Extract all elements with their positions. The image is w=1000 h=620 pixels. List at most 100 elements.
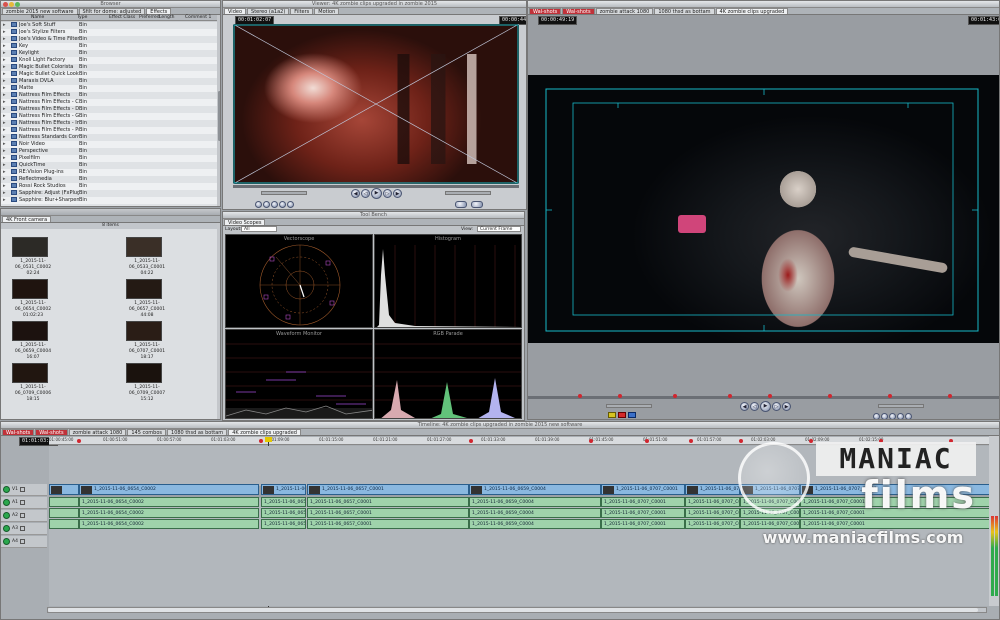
minimize-button[interactable] [9,2,14,7]
lock-icon[interactable] [19,487,25,492]
canvas-mark-in-button[interactable] [873,413,880,419]
col-effect-class[interactable]: Effect Class [109,15,139,20]
track-visibility-toggle[interactable] [3,512,10,519]
disclosure-icon[interactable]: ▸ [1,113,7,120]
timeline-tab-4[interactable]: 145 combos [127,429,167,435]
tab-project[interactable]: zombie 2015 new software [2,8,78,14]
canvas-tab-5[interactable]: 4K zombie clips upgraded [715,8,789,14]
match-frame-button[interactable] [287,201,294,208]
canvas-timecode-left[interactable]: 00:00:49:19 [538,16,578,25]
viewer-play-button[interactable]: ▶ [371,188,382,199]
track-header[interactable]: A1 [1,497,47,509]
disclosure-icon[interactable]: ▸ [1,106,7,113]
disclosure-icon[interactable]: ▸ [1,92,7,99]
browser-item[interactable]: ▸ Rossi Rock Studios Bin [1,183,217,190]
tab-project-2[interactable]: Sfilt for dome: adjusted [78,8,146,14]
timeline-zoom-slider[interactable] [47,607,987,613]
browser-item[interactable]: ▸ RE:Vision Plug-ins Bin [1,169,217,176]
mark-in-button[interactable] [255,201,262,208]
lock-icon[interactable] [19,526,25,531]
audio-clip[interactable]: 1_2015-11-06_0654_C0002 [79,497,259,507]
add-keyframe-button[interactable] [279,201,286,208]
browser-item[interactable]: ▸ Joe's Video & Time FiltersBin [1,36,217,43]
tab-stereo[interactable]: Stereo (a1a2) [247,8,290,14]
bin-clip[interactable]: 1_2015-11-06_0531_C0002 02:24 [3,237,63,277]
scope-layout-select[interactable]: All [241,226,277,232]
mark-out-button[interactable] [263,201,270,208]
bin-scrollbar[interactable] [217,223,220,419]
audio-clip[interactable]: 1_2015-11-06_0657_C0001 [307,508,469,518]
browser-scrollbar[interactable] [217,15,220,206]
track-visibility-toggle[interactable] [3,538,10,545]
timeline-tab-2[interactable]: Wal-shots [35,429,68,435]
canvas-play-reverse-button[interactable]: ◁ [750,402,759,411]
track-visibility-toggle[interactable] [3,499,10,506]
tab-video[interactable]: Video [224,8,247,14]
canvas-tab-4[interactable]: 1080 thsd as bottam [654,8,715,14]
canvas-tab-2[interactable]: Wal-shots [562,8,595,14]
browser-item[interactable]: ▸ Sapphire: Blur+Sharpen (FxPlug)Bin [1,197,217,204]
browser-item[interactable]: ▸ Matte Bin [1,85,217,92]
disclosure-icon[interactable]: ▸ [1,155,7,162]
audio-clip[interactable]: 1_2015-11-06_0707_C0001 [601,497,685,507]
marker[interactable] [828,394,832,398]
bin-clip[interactable]: 1_2015-11-06_0709_C0007 15:12 [117,363,177,403]
marker[interactable] [673,394,677,398]
browser-item[interactable]: ▸ Nattress Film Effects - Image EffectsBi… [1,120,217,127]
track-header[interactable]: A4 [1,536,47,548]
viewer-jog[interactable] [261,191,307,195]
canvas-next-edit-button[interactable]: ▶ [782,402,791,411]
marker[interactable] [948,394,952,398]
disclosure-icon[interactable]: ▸ [1,57,7,64]
disclosure-icon[interactable]: ▸ [1,148,7,155]
disclosure-icon[interactable]: ▸ [1,169,7,176]
audio-clip[interactable]: 1_2015-11-06_0654_C0002 [261,497,306,507]
viewer-prev-edit-button[interactable]: ◀ [351,189,360,198]
timeline-tab-5[interactable]: 1080 thsd as bottam [167,429,228,435]
audio-clip[interactable]: 1_2015-11-06_0659_C0004 [469,508,601,518]
zoom-thumb[interactable] [48,608,978,612]
col-length[interactable]: Length [159,15,185,20]
bin-clip[interactable]: 1_2015-11-06_0659_C0004 16:07 [3,321,63,361]
browser-item[interactable]: ▸ Nattress Standards ConversionBin [1,134,217,141]
disclosure-icon[interactable]: ▸ [1,183,7,190]
video-clip[interactable]: 1_2015-11-06_0657_C0001 [307,484,469,495]
marker[interactable] [589,439,593,443]
viewer-generator-button[interactable] [455,201,467,208]
audio-clip[interactable]: 1_2015-11-06_0654_C0002 [79,519,259,529]
audio-clip[interactable] [49,497,79,507]
audio-clip[interactable] [49,519,79,529]
browser-item[interactable]: ▸ Pixelfilm Bin [1,155,217,162]
disclosure-icon[interactable]: ▸ [1,190,7,197]
disclosure-icon[interactable]: ▸ [1,141,7,148]
bin-clip[interactable]: 1_2015-11-06_0707_C0001 18:17 [117,321,177,361]
disclosure-icon[interactable]: ▸ [1,36,7,43]
lock-icon[interactable] [19,513,25,518]
marker[interactable] [469,439,473,443]
replace-edit-button[interactable] [628,412,636,418]
browser-item[interactable]: ▸ Nattress Film Effects Bin [1,92,217,99]
marker[interactable] [77,439,81,443]
canvas-play-button[interactable]: ▶ [760,401,771,412]
video-clip[interactable]: 1_2015-11-06_0659_C0004 [469,484,601,495]
disclosure-icon[interactable]: ▸ [1,99,7,106]
video-clip[interactable]: 1_2015-11-06_0654_C0002 [261,484,306,495]
tab-video-scopes[interactable]: Video Scopes [224,219,266,225]
lock-icon[interactable] [19,500,25,505]
canvas-prev-edit-button[interactable]: ◀ [740,402,749,411]
marker[interactable] [768,394,772,398]
browser-item[interactable]: ▸ Nattress Film Effects - De-InterlaceBin [1,106,217,113]
browser-item[interactable]: ▸ Magic Bullet Quick Looks FreeBin [1,71,217,78]
col-type[interactable]: Type [77,15,109,20]
marker[interactable] [689,439,693,443]
canvas-timecode-right[interactable]: 00:01:43:01 [968,16,999,25]
overwrite-edit-button[interactable] [618,412,626,418]
browser-item[interactable]: ▸ Nattress Film Effects - ChromaBin [1,99,217,106]
track-visibility-toggle[interactable] [3,486,10,493]
disclosure-icon[interactable]: ▸ [1,78,7,85]
marker[interactable] [645,439,649,443]
disclosure-icon[interactable]: ▸ [1,22,7,29]
audio-clip[interactable]: 1_2015-11-06_0657_C0001 [307,519,469,529]
disclosure-icon[interactable]: ▸ [1,50,7,57]
browser-item[interactable]: ▸ QuickTime Bin [1,162,217,169]
